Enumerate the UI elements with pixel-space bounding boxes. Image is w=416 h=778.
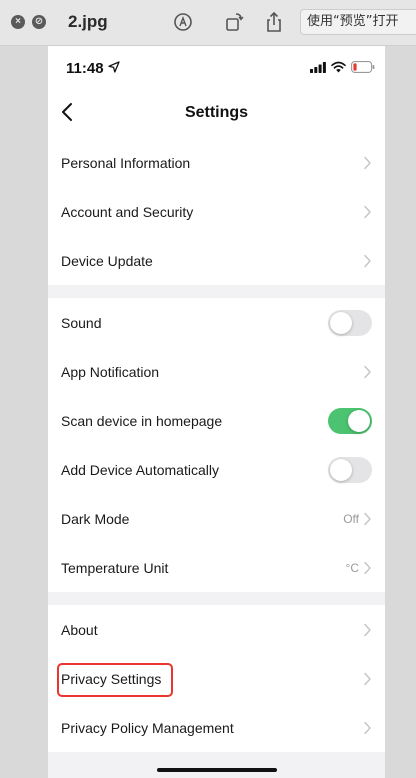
row-app-notification[interactable]: App Notification [48, 347, 385, 396]
row-label: Sound [61, 314, 102, 331]
row-label: Scan device in homepage [61, 412, 223, 429]
status-bar: 11:48 [48, 46, 385, 90]
wifi-icon [331, 61, 346, 73]
share-icon[interactable] [262, 10, 286, 34]
navigation-bar: Settings [48, 90, 385, 138]
status-time: 11:48 [66, 60, 104, 77]
file-name: 2.jpg [68, 12, 108, 31]
cellular-signal-icon [310, 62, 326, 73]
location-arrow-icon [108, 61, 120, 73]
row-about[interactable]: About [48, 605, 385, 654]
toggle-knob [330, 458, 352, 481]
chevron-right-icon [363, 561, 372, 575]
row-label: Device Update [61, 252, 153, 269]
row-label: Add Device Automatically [61, 461, 219, 478]
sound-toggle[interactable] [328, 309, 372, 336]
row-label: Privacy Policy Management [61, 719, 234, 736]
row-label: App Notification [61, 363, 160, 380]
row-personal-information[interactable]: Personal Information [48, 138, 385, 187]
row-privacy-settings[interactable]: Privacy Settings [48, 654, 385, 703]
page-title: Settings [184, 104, 249, 121]
rotate-icon[interactable] [222, 10, 246, 34]
chevron-right-icon [363, 623, 372, 637]
row-label: Dark Mode [61, 510, 130, 527]
settings-group-about: About Privacy Settings Privacy Policy Ma… [48, 605, 385, 752]
open-with-preview-button[interactable]: 使用“预览”打开 [300, 9, 416, 35]
row-add-device-automatically: Add Device Automatically [48, 445, 385, 494]
add-device-toggle[interactable] [328, 456, 372, 483]
chevron-right-icon [363, 672, 372, 686]
settings-group-account: Personal Information Account and Securit… [48, 138, 385, 285]
row-label: Personal Information [61, 154, 191, 171]
row-label: Account and Security [61, 203, 194, 220]
quicklook-title-bar: × ⊘ 2.jpg 使用“预览”打开 [0, 0, 416, 46]
phone-screen: 11:48 Settings Personal Information Acco… [48, 46, 385, 778]
chevron-right-icon [363, 254, 372, 268]
highlight-box [57, 663, 173, 697]
toggle-knob [348, 409, 370, 432]
row-scan-device-in-homepage: Scan device in homepage [48, 396, 385, 445]
close-window-icon[interactable]: × [11, 15, 25, 29]
row-dark-mode[interactable]: Dark Mode Off [48, 494, 385, 543]
temperature-unit-value: °C [345, 560, 359, 575]
row-account-and-security[interactable]: Account and Security [48, 187, 385, 236]
toggle-knob [330, 311, 352, 334]
row-temperature-unit[interactable]: Temperature Unit °C [48, 543, 385, 592]
battery-low-icon [351, 61, 375, 73]
chevron-right-icon [363, 512, 372, 526]
chevron-right-icon [363, 365, 372, 379]
settings-group-preferences: Sound App Notification Scan device in ho… [48, 298, 385, 592]
chevron-right-icon [363, 205, 372, 219]
row-label: Temperature Unit [61, 559, 169, 576]
home-indicator [157, 768, 277, 772]
row-sound: Sound [48, 298, 385, 347]
markup-icon[interactable] [171, 10, 195, 34]
scan-device-toggle[interactable] [328, 407, 372, 434]
dark-mode-value: Off [343, 511, 359, 526]
row-privacy-policy-management[interactable]: Privacy Policy Management [48, 703, 385, 752]
chevron-right-icon [363, 721, 372, 735]
row-label: About [61, 621, 98, 638]
chevron-right-icon [363, 156, 372, 170]
row-device-update[interactable]: Device Update [48, 236, 385, 285]
fullscreen-icon[interactable]: ⊘ [32, 15, 46, 29]
